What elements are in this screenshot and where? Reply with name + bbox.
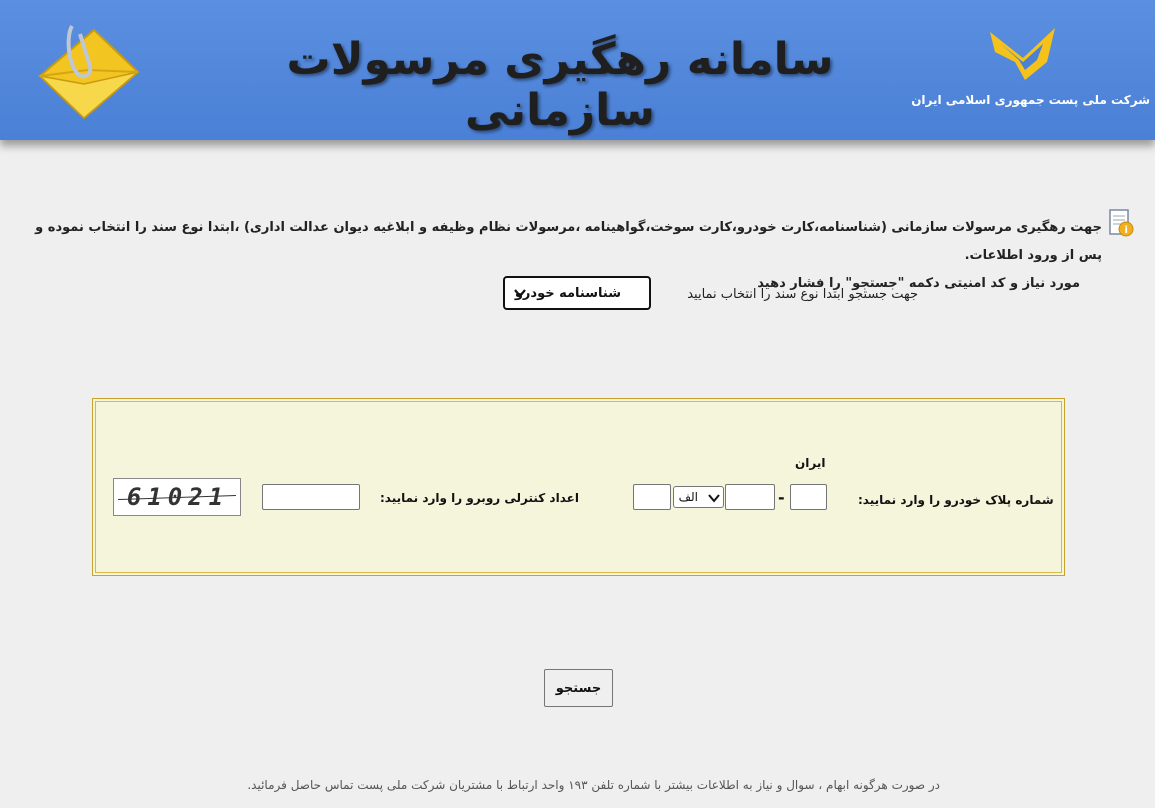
plate-part-2-input[interactable] [725, 484, 775, 510]
search-button[interactable]: جستجو [544, 669, 613, 707]
chevron-down-icon [708, 494, 720, 503]
plate-letter-value: الف [678, 490, 698, 504]
chevron-down-icon [514, 289, 526, 298]
header-banner: سامانه رهگیری مرسولات سازمانی شرکت ملی پ… [0, 0, 1155, 140]
svg-text:i: i [1125, 225, 1128, 236]
intro-line-1: جهت رهگیری مرسولات سازمانی (شناسنامه،کار… [35, 220, 1102, 263]
captcha-input[interactable] [262, 484, 360, 510]
iran-label: ایران [795, 456, 826, 470]
info-document-icon: i [1109, 209, 1134, 237]
captcha-image: 61021 [113, 478, 241, 516]
plate-dash: - [778, 488, 785, 507]
footer-contact-text: در صورت هرگونه ابهام ، سوال و نیاز به اط… [247, 778, 940, 792]
plate-part-4-input[interactable] [633, 484, 671, 510]
plate-letter-select[interactable]: الف [673, 486, 724, 508]
company-name: شرکت ملی پست جمهوری اسلامی ایران [911, 93, 1150, 107]
plate-iran-code-input[interactable] [790, 484, 827, 510]
page-title: سامانه رهگیری مرسولات سازمانی [286, 34, 834, 136]
doc-type-row: جهت جستجو ابتدا نوع سند را انتخاب نمایید… [503, 276, 918, 312]
post-logo-icon [990, 28, 1055, 80]
envelope-icon [37, 24, 140, 120]
plate-label: شماره پلاک خودرو را وارد نمایید: [858, 493, 1054, 507]
doc-type-selected: شناسنامه خودرو [514, 286, 621, 301]
captcha-label: اعداد کنترلی روبرو را وارد نمایید: [380, 491, 579, 505]
doc-type-select[interactable]: شناسنامه خودرو [503, 276, 651, 310]
doc-type-label: جهت جستجو ابتدا نوع سند را انتخاب نمایید [687, 287, 918, 302]
